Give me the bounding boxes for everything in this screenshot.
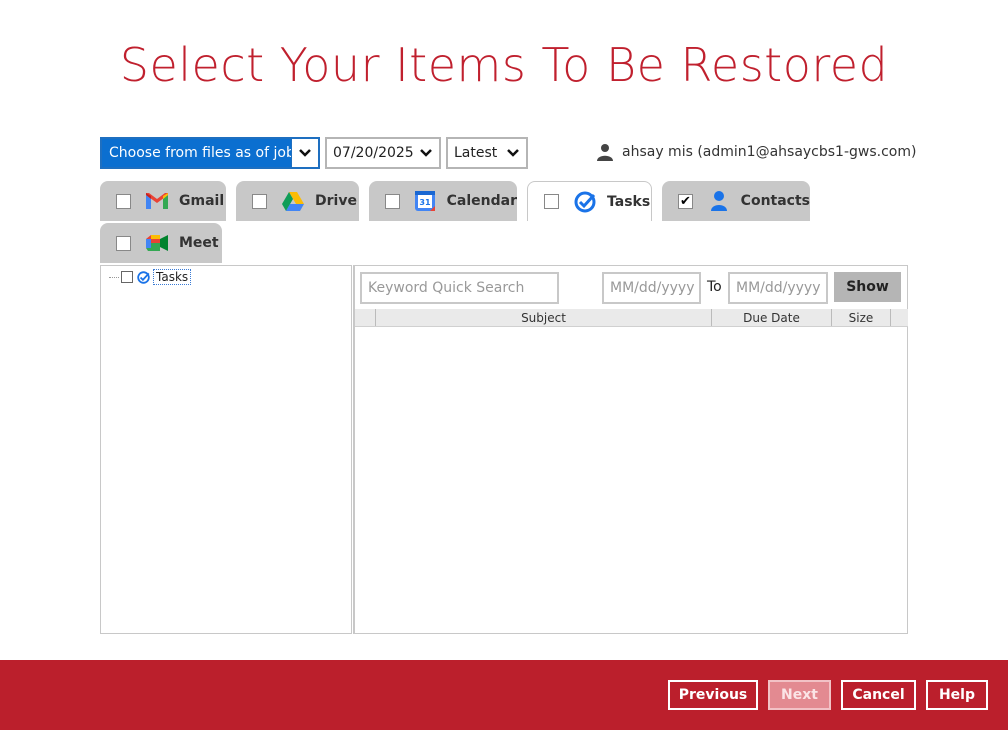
next-button[interactable]: Next — [768, 680, 831, 710]
table-header: Subject Due Date Size — [355, 309, 908, 327]
column-size[interactable]: Size — [831, 309, 891, 326]
tab-gmail-label: Gmail — [179, 193, 225, 209]
tab-meet-checkbox[interactable] — [116, 235, 131, 251]
calendar-icon: 31 — [414, 189, 437, 213]
gmail-icon — [145, 189, 169, 213]
to-date-input[interactable]: MM/dd/yyyy — [728, 272, 828, 304]
drive-icon — [281, 189, 305, 213]
version-select[interactable]: Latest — [446, 137, 528, 169]
item-list-pane: Keyword Quick Search MM/dd/yyyy To MM/dd… — [353, 265, 908, 634]
tab-meet-label: Meet — [179, 235, 219, 251]
tab-calendar[interactable]: 31 Calendar — [369, 181, 517, 221]
cancel-button[interactable]: Cancel — [841, 680, 916, 710]
user-info: ahsay mis (admin1@ahsaycbs1-gws.com) — [596, 143, 916, 161]
tab-calendar-checkbox[interactable] — [385, 193, 400, 209]
restore-mode-select[interactable]: Choose from files as of job — [100, 137, 320, 169]
date-select[interactable]: 07/20/2025 — [325, 137, 441, 169]
tree-node-label: Tasks — [153, 269, 192, 285]
meet-icon — [145, 231, 169, 255]
tab-meet[interactable]: Meet — [100, 223, 222, 263]
tasks-icon — [137, 270, 150, 284]
previous-button[interactable]: Previous — [668, 680, 758, 710]
tab-drive-label: Drive — [315, 193, 357, 209]
to-label: To — [707, 279, 722, 295]
tree-node-checkbox[interactable] — [121, 271, 133, 283]
contacts-icon — [707, 189, 731, 213]
version-value: Latest — [454, 145, 498, 161]
keyword-search-input[interactable]: Keyword Quick Search — [360, 272, 559, 304]
from-date-input[interactable]: MM/dd/yyyy — [602, 272, 701, 304]
tree-connector — [109, 276, 119, 278]
tab-gmail-checkbox[interactable] — [116, 193, 131, 209]
tab-tasks-checkbox[interactable] — [544, 194, 559, 209]
tab-tasks[interactable]: Tasks — [527, 181, 652, 221]
show-button[interactable]: Show — [834, 272, 901, 302]
chevron-down-icon — [500, 139, 526, 167]
folder-tree-pane: Tasks — [100, 265, 352, 634]
tab-tasks-label: Tasks — [607, 193, 651, 210]
user-icon — [597, 144, 613, 161]
restore-mode-value: Choose from files as of job — [102, 139, 291, 167]
tab-contacts-checkbox[interactable]: ✔ — [678, 193, 693, 209]
tab-drive[interactable]: Drive — [236, 181, 359, 221]
tab-contacts[interactable]: ✔ Contacts — [662, 181, 810, 221]
help-button[interactable]: Help — [926, 680, 988, 710]
user-label: ahsay mis (admin1@ahsaycbs1-gws.com) — [622, 144, 917, 160]
column-due-date[interactable]: Due Date — [711, 309, 831, 326]
tab-drive-checkbox[interactable] — [252, 193, 267, 209]
tree-node-tasks[interactable]: Tasks — [109, 269, 192, 285]
footer-bar: Previous Next Cancel Help — [0, 660, 1008, 730]
page-title: Select Your Items To Be Restored — [119, 38, 889, 92]
calendar-icon-text: 31 — [420, 198, 432, 207]
column-subject[interactable]: Subject — [375, 309, 711, 326]
tasks-icon — [573, 190, 597, 214]
date-value: 07/20/2025 — [333, 145, 413, 161]
tab-contacts-label: Contacts — [740, 193, 810, 209]
chevron-down-icon — [413, 139, 439, 167]
tab-calendar-label: Calendar — [446, 193, 517, 209]
chevron-down-icon — [291, 139, 318, 167]
tab-gmail[interactable]: Gmail — [100, 181, 226, 221]
